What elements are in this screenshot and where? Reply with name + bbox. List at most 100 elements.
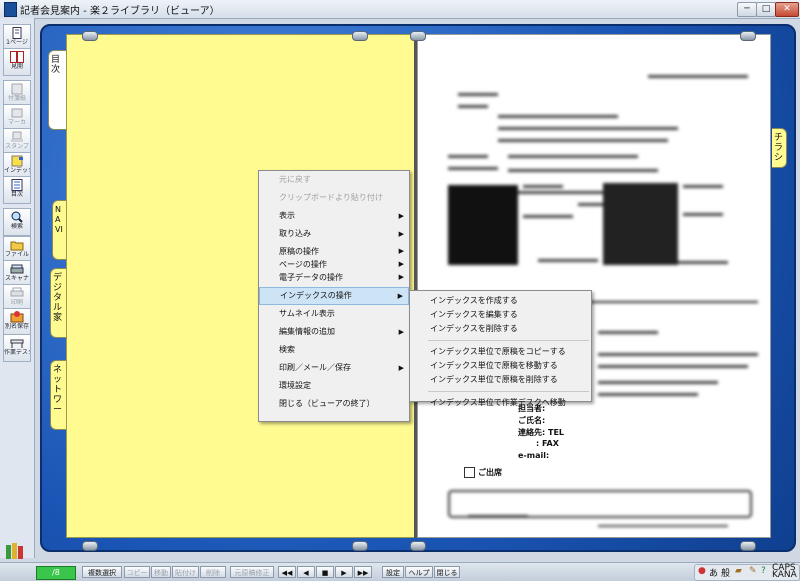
menu-item-manuscript-ops[interactable]: 原稿の操作 ▶ — [259, 245, 409, 258]
binder-ring — [352, 31, 368, 41]
stop-button[interactable]: ■ — [316, 566, 334, 578]
edit-original-button[interactable]: 元原稿修正 — [230, 566, 274, 578]
dictionary-icon[interactable]: ▰ — [735, 566, 742, 576]
last-page-button[interactable]: ▶▶ — [354, 566, 372, 578]
search-label: 検索 — [10, 223, 23, 230]
tab-digital-house[interactable]: デジタル家 — [50, 268, 66, 338]
scanner-icon — [10, 264, 24, 274]
sticky-note-label: 付箋紙 — [7, 95, 26, 102]
menu-item-print-mail-save[interactable]: 印刷／メール／保存 ▶ — [259, 359, 409, 377]
save-as-icon — [10, 311, 24, 323]
next-page-button[interactable]: ▶ — [335, 566, 353, 578]
menu-item-import[interactable]: 取り込み ▶ — [259, 225, 409, 243]
attendance-checkbox — [464, 467, 475, 478]
title-bar: 記者会見案内 - 楽２ライブラリ（ビューア） ─ □ ✕ — [0, 0, 800, 19]
window-title: 記者会見案内 - 楽２ライブラリ（ビューア） — [20, 6, 220, 17]
blurred-document — [418, 35, 770, 537]
menu-separator — [428, 340, 589, 341]
toc-icon — [11, 179, 23, 191]
menu-item-close-viewer[interactable]: 閉じる（ビューアの終了） — [259, 395, 409, 413]
save-as-button[interactable]: 別名保存 — [3, 308, 31, 336]
binder-ring — [410, 541, 426, 551]
submenu-arrow-icon: ▶ — [398, 260, 404, 268]
menu-item-search[interactable]: 検索 — [259, 341, 409, 359]
ime-icon[interactable]: ● — [698, 566, 706, 576]
status-bar: /8 複数選択 コピー 移動 貼付け 削除 元原稿修正 ◀◀ ◀ ■ ▶ ▶▶ … — [0, 562, 800, 581]
toc-button[interactable]: 目次 — [3, 176, 31, 204]
submenu-arrow-icon: ▶ — [398, 230, 404, 238]
menu-item-undo[interactable]: 元に戻す — [259, 171, 409, 189]
spread-pages-button[interactable]: 見開 — [3, 48, 31, 76]
binder-ring — [740, 31, 756, 41]
contact-fax-label: : FAX — [536, 439, 559, 448]
minimize-button[interactable]: ─ — [737, 2, 757, 17]
stamp-label: スタンプ — [5, 143, 29, 150]
page-indicator: /8 — [36, 566, 76, 580]
folder-icon — [10, 241, 24, 251]
single-page-label: 1ページ — [6, 39, 28, 46]
menu-item-index-ops[interactable]: インデックスの操作 ▶ — [259, 287, 409, 305]
tab-network[interactable]: ネットワー — [50, 360, 66, 430]
spread-pages-icon — [10, 51, 24, 63]
left-toolbar: 1ページ 見開 付箋紙 マーカ スタンプ インデックス 目次 検索 ファイル ス… — [0, 18, 35, 558]
submenu-arrow-icon: ▶ — [397, 292, 403, 300]
ime-language-bar: ● あ 般 ▰ ✎ ? CAPS KANA — [694, 564, 800, 581]
menu-separator — [428, 391, 589, 392]
search-button[interactable]: 検索 — [3, 208, 31, 236]
tab-navi[interactable]: NAVI — [52, 200, 66, 260]
submenu-item-delete-by-index[interactable]: インデックス単位で原稿を削除する — [410, 373, 591, 387]
stamp-icon — [11, 131, 23, 142]
submenu-arrow-icon: ▶ — [398, 328, 404, 336]
submenu-item-move-to-work-desk[interactable]: インデックス単位で作業デスクへ移動 — [410, 396, 591, 410]
save-as-label: 別名保存 — [4, 323, 29, 330]
menu-item-view[interactable]: 表示 ▶ — [259, 207, 409, 225]
file-label: ファイル — [4, 251, 29, 258]
submenu-item-delete-index[interactable]: インデックスを削除する — [410, 322, 591, 336]
marker-icon — [11, 108, 23, 118]
library-books-icon[interactable] — [4, 542, 26, 560]
submenu-item-create-index[interactable]: インデックスを作成する — [410, 294, 591, 308]
menu-item-add-edit-info[interactable]: 編集情報の追加 ▶ — [259, 323, 409, 341]
menu-item-thumbnail-view[interactable]: サムネイル表示 — [259, 305, 409, 323]
tool-icon[interactable]: ✎ — [749, 566, 757, 576]
right-page-document[interactable]: 担当者: ご氏名: 連絡先: TEL : FAX e-mail: ご出席 — [417, 34, 771, 538]
menu-item-preferences[interactable]: 環境設定 — [259, 377, 409, 395]
close-button[interactable]: ✕ — [775, 2, 799, 17]
menu-item-page-ops[interactable]: ページの操作 ▶ — [259, 258, 409, 271]
multi-select-button[interactable]: 複数選択 — [82, 566, 122, 578]
copy-button[interactable]: コピー — [124, 566, 150, 578]
ime-mode-label[interactable]: あ — [709, 566, 718, 579]
work-desk-button[interactable]: 作業デスク — [3, 334, 31, 362]
sticky-note-icon — [11, 83, 23, 95]
help-circle-icon[interactable]: ? — [761, 566, 766, 576]
submenu-item-edit-index[interactable]: インデックスを編集する — [410, 308, 591, 322]
prev-page-button[interactable]: ◀ — [297, 566, 315, 578]
first-page-button[interactable]: ◀◀ — [278, 566, 296, 578]
submenu-item-copy-by-index[interactable]: インデックス単位で原稿をコピーする — [410, 345, 591, 359]
delete-button[interactable]: 削除 — [200, 566, 226, 578]
submenu-arrow-icon: ▶ — [398, 364, 404, 372]
menu-item-digital-data-ops[interactable]: 電子データの操作 ▶ — [259, 271, 409, 284]
tab-flyer[interactable]: チラシ — [772, 128, 787, 168]
marker-label: マーカ — [7, 119, 26, 126]
toc-label: 目次 — [10, 191, 23, 198]
binder-ring — [410, 31, 426, 41]
contact-tel-label: 連絡先: TEL — [518, 428, 565, 437]
tab-flyer-label: チラシ — [774, 133, 784, 163]
help-button[interactable]: ヘルプ — [405, 566, 433, 578]
settings-button[interactable]: 設定 — [382, 566, 404, 578]
index-label: インデックス — [4, 167, 30, 174]
caps-indicator: CAPS KANA — [772, 563, 797, 580]
move-button[interactable]: 移動 — [151, 566, 171, 578]
tab-toc[interactable]: 目次 — [48, 50, 66, 130]
ime-input-mode-label[interactable]: 般 — [721, 566, 730, 579]
single-page-icon — [12, 27, 22, 39]
binder-ring — [352, 541, 368, 551]
close-viewer-button[interactable]: 閉じる — [434, 566, 460, 578]
paste-button[interactable]: 貼付け — [172, 566, 199, 578]
submenu-item-move-by-index[interactable]: インデックス単位で原稿を移動する — [410, 359, 591, 373]
tab-toc-label: 目次 — [51, 55, 61, 75]
menu-item-paste-from-clipboard[interactable]: クリップボードより貼り付け — [259, 189, 409, 207]
submenu-arrow-icon: ▶ — [398, 247, 404, 255]
restore-button[interactable]: □ — [756, 2, 776, 17]
